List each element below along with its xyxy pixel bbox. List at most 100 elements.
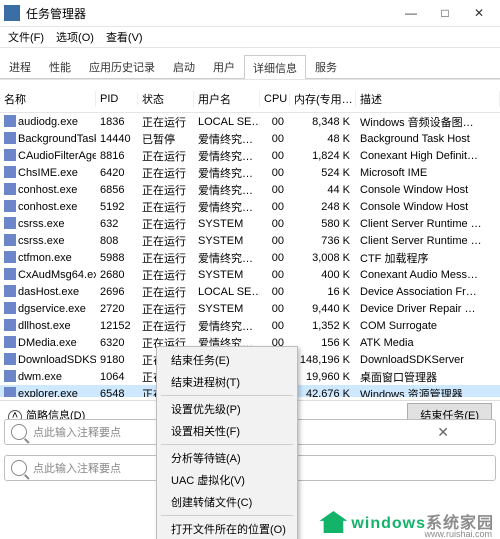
cell-mem: 8,348 K	[290, 116, 356, 128]
cell-mem: 48 K	[290, 133, 356, 145]
cell-status: 正在运行	[138, 301, 194, 317]
cell-pid: 632	[96, 218, 138, 230]
col-name[interactable]: 名称	[0, 91, 96, 107]
table-row[interactable]: dllhost.exe12152正在运行爱情终究…001,352 KCOM Su…	[0, 317, 500, 334]
cell-desc: Windows 音频设备图…	[356, 114, 500, 130]
titlebar: 任务管理器 — □ ✕	[0, 0, 500, 27]
cell-mem: 16 K	[290, 286, 356, 298]
tab-6[interactable]: 服务	[306, 54, 346, 78]
cell-name: csrss.exe	[0, 217, 96, 230]
window-controls: — □ ✕	[394, 3, 496, 23]
cell-user: 爱情终究…	[194, 182, 260, 198]
tab-5[interactable]: 详细信息	[244, 55, 306, 79]
cell-desc: Conexant Audio Mess…	[356, 269, 500, 281]
context-menu-item[interactable]: UAC 虚拟化(V)	[157, 469, 297, 491]
cell-user: SYSTEM	[194, 218, 260, 230]
table-row[interactable]: conhost.exe6856正在运行爱情终究…0044 KConsole Wi…	[0, 181, 500, 198]
col-cpu[interactable]: CPU	[260, 93, 290, 105]
table-row[interactable]: audiodg.exe1836正在运行LOCAL SE…008,348 KWin…	[0, 113, 500, 130]
tab-4[interactable]: 用户	[204, 54, 244, 78]
cell-pid: 8816	[96, 150, 138, 162]
cell-cpu: 00	[260, 133, 290, 145]
context-menu-item[interactable]: 结束进程树(T)	[157, 371, 297, 393]
cell-desc: Windows 资源管理器	[356, 386, 500, 398]
cell-user: 爱情终究…	[194, 250, 260, 266]
cell-cpu: 00	[260, 184, 290, 196]
context-menu-item[interactable]: 设置相关性(F)	[157, 420, 297, 442]
cell-desc: CTF 加载程序	[356, 250, 500, 266]
close-button[interactable]: ✕	[462, 3, 496, 23]
cell-desc: 桌面窗口管理器	[356, 369, 500, 385]
menu-options[interactable]: 选项(O)	[52, 27, 98, 47]
context-menu-item[interactable]: 创建转储文件(C)	[157, 491, 297, 513]
maximize-button[interactable]: □	[428, 3, 462, 23]
context-menu-item[interactable]: 结束任务(E)	[157, 349, 297, 371]
cell-name: DMedia.exe	[0, 336, 96, 349]
cell-cpu: 00	[260, 303, 290, 315]
minimize-button[interactable]: —	[394, 3, 428, 23]
menu-view[interactable]: 查看(V)	[102, 27, 147, 47]
cell-user: 爱情终究…	[194, 148, 260, 164]
cell-mem: 42,676 K	[290, 388, 356, 398]
cell-pid: 2720	[96, 303, 138, 315]
cell-cpu: 00	[260, 269, 290, 281]
table-row[interactable]: csrss.exe808正在运行SYSTEM00736 KClient Serv…	[0, 232, 500, 249]
cell-desc: DownloadSDKServer	[356, 354, 500, 366]
cell-pid: 2680	[96, 269, 138, 281]
cell-status: 正在运行	[138, 250, 194, 266]
col-status[interactable]: 状态	[138, 91, 194, 107]
col-desc[interactable]: 描述	[356, 91, 500, 107]
context-menu-item[interactable]: 打开文件所在的位置(O)	[157, 518, 297, 539]
cell-pid: 5988	[96, 252, 138, 264]
process-icon	[4, 149, 16, 161]
window-title: 任务管理器	[26, 5, 394, 22]
cell-cpu: 00	[260, 235, 290, 247]
cell-status: 正在运行	[138, 284, 194, 300]
cell-desc: Microsoft IME	[356, 167, 500, 179]
cell-user: 爱情终究…	[194, 318, 260, 334]
close-icon[interactable]: ✕	[437, 424, 449, 441]
cell-desc: Console Window Host	[356, 201, 500, 213]
context-menu-item[interactable]: 分析等待链(A)	[157, 447, 297, 469]
table-row[interactable]: CxAudMsg64.exe2680正在运行SYSTEM00400 KConex…	[0, 266, 500, 283]
table-row[interactable]: conhost.exe5192正在运行爱情终究…00248 KConsole W…	[0, 198, 500, 215]
table-row[interactable]: BackgroundTaskH…14440已暂停爱情终究…0048 KBackg…	[0, 130, 500, 147]
table-row[interactable]: dgservice.exe2720正在运行SYSTEM009,440 KDevi…	[0, 300, 500, 317]
col-mem[interactable]: 内存(专用…	[290, 91, 356, 107]
process-icon	[4, 319, 16, 331]
tab-1[interactable]: 性能	[40, 54, 80, 78]
col-pid[interactable]: PID	[96, 93, 138, 105]
cell-status: 正在运行	[138, 199, 194, 215]
col-user[interactable]: 用户名	[194, 91, 260, 107]
table-row[interactable]: ChsIME.exe6420正在运行爱情终究…00524 KMicrosoft …	[0, 164, 500, 181]
menubar: 文件(F) 选项(O) 查看(V)	[0, 27, 500, 48]
table-row[interactable]: CAudioFilterAgent…8816正在运行爱情终究…001,824 K…	[0, 147, 500, 164]
cell-user: LOCAL SE…	[194, 116, 260, 128]
tab-0[interactable]: 进程	[0, 54, 40, 78]
cell-cpu: 00	[260, 286, 290, 298]
cell-status: 正在运行	[138, 216, 194, 232]
cell-user: 爱情终究…	[194, 165, 260, 181]
placeholder-text: 点此输入注释要点	[33, 460, 121, 476]
process-icon	[4, 353, 16, 365]
cell-pid: 808	[96, 235, 138, 247]
cell-mem: 44 K	[290, 184, 356, 196]
cell-name: BackgroundTaskH…	[0, 132, 96, 145]
search-icon	[11, 460, 27, 476]
cell-pid: 1836	[96, 116, 138, 128]
cell-mem: 148,196 K	[290, 354, 356, 366]
process-icon	[4, 268, 16, 280]
table-row[interactable]: ctfmon.exe5988正在运行爱情终究…003,008 KCTF 加载程序	[0, 249, 500, 266]
table-header: 名称 PID 状态 用户名 CPU 内存(专用… 描述	[0, 80, 500, 113]
context-menu-item[interactable]: 设置优先级(P)	[157, 398, 297, 420]
cell-mem: 156 K	[290, 337, 356, 349]
cell-pid: 6548	[96, 388, 138, 398]
tab-2[interactable]: 应用历史记录	[80, 54, 164, 78]
cell-cpu: 00	[260, 150, 290, 162]
process-icon	[4, 370, 16, 382]
menu-file[interactable]: 文件(F)	[4, 27, 48, 47]
cell-desc: Device Driver Repair …	[356, 303, 500, 315]
table-row[interactable]: dasHost.exe2696正在运行LOCAL SE…0016 KDevice…	[0, 283, 500, 300]
table-row[interactable]: csrss.exe632正在运行SYSTEM00580 KClient Serv…	[0, 215, 500, 232]
tab-3[interactable]: 启动	[164, 54, 204, 78]
